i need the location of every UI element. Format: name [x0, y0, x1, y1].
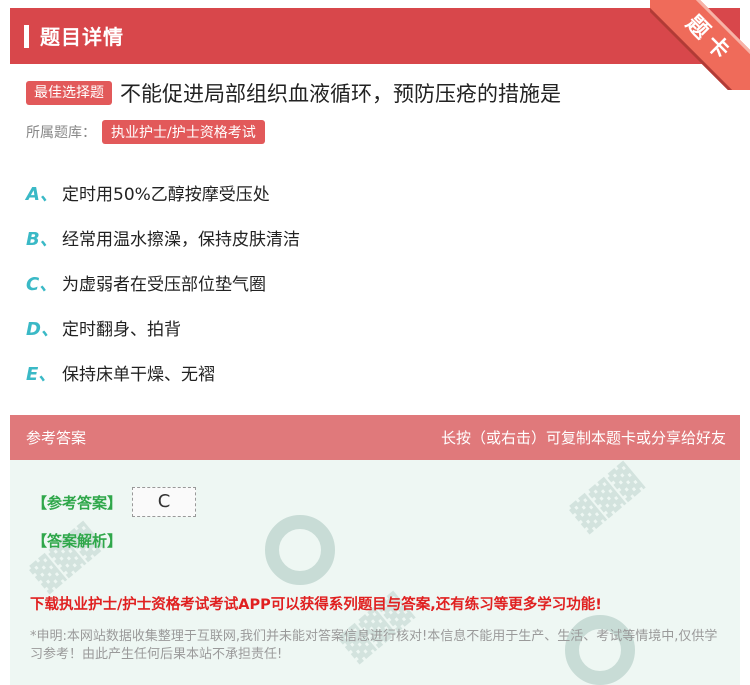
- analysis-label: 【答案解析】: [32, 532, 123, 550]
- question-type-tag[interactable]: 最佳选择题: [26, 81, 112, 105]
- option-letter: E、: [26, 363, 57, 385]
- answer-header-title: 参考答案: [26, 429, 87, 447]
- option-letter: D、: [26, 318, 59, 340]
- page-title: 题目详情: [40, 25, 124, 49]
- option-text: 经常用温水擦澡，保持皮肤清洁: [62, 230, 300, 250]
- question-text: 不能促进局部组织血液循环，预防压疮的措施是: [120, 82, 561, 106]
- options-list: A、 定时用50%乙醇按摩受压处 B、 经常用温水擦澡，保持皮肤清洁 C、 为虚…: [26, 170, 300, 395]
- disclaimer-text: *申明:本网站数据收集整理于互联网,我们并未能对答案信息进行核对!本信息不能用于…: [30, 629, 718, 662]
- option-d[interactable]: D、 定时翻身、拍背: [26, 305, 300, 350]
- share-hint: 长按（或右击）可复制本题卡或分享给好友: [440, 429, 726, 447]
- question-bank-line: 所属题库： 执业护士/护士资格考试: [26, 120, 265, 144]
- option-c[interactable]: C、 为虚弱者在受压部位垫气圈: [26, 260, 300, 305]
- title-accent-bar: [24, 25, 29, 48]
- option-text: 定时翻身、拍背: [62, 320, 181, 340]
- option-a[interactable]: A、 定时用50%乙醇按摩受压处: [26, 170, 300, 215]
- reference-answer-label: 【参考答案】: [32, 493, 123, 512]
- corner-ribbon: 题卡: [650, 0, 750, 90]
- app-download-promo[interactable]: 下载执业护士/护士资格考试考试APP可以获得系列题目与答案,还有练习等更多学习功…: [30, 593, 602, 614]
- reference-answer-value: C: [132, 487, 197, 517]
- option-letter: C、: [26, 273, 58, 295]
- answer-body: ▓▓▓ ▓▓▓ ▓▓▓ 【参考答案】 C 【答案解析】 下载执业护士/护士资格考…: [10, 460, 740, 685]
- ribbon-label: 题卡: [680, 10, 738, 69]
- watermark-text: ▓▓▓: [567, 460, 648, 536]
- option-text: 定时用50%乙醇按摩受压处: [62, 185, 270, 205]
- ribbon-badge: 题卡: [650, 0, 750, 90]
- option-b[interactable]: B、 经常用温水擦澡，保持皮肤清洁: [26, 215, 300, 260]
- watermark-logo-icon: [265, 515, 335, 585]
- option-e[interactable]: E、 保持床单干燥、无褶: [26, 350, 300, 395]
- bank-tag-link[interactable]: 执业护士/护士资格考试: [102, 120, 265, 144]
- option-letter: B、: [26, 228, 58, 250]
- title-bar: 题目详情: [10, 8, 740, 64]
- reference-answer: 【参考答案】 C: [32, 487, 197, 517]
- answer-header-bar: 参考答案 长按（或右击）可复制本题卡或分享给好友: [10, 415, 740, 460]
- option-letter: A、: [26, 183, 58, 205]
- bank-label: 所属题库：: [26, 125, 96, 141]
- question-line: 最佳选择题 不能促进局部组织血液循环，预防压疮的措施是: [26, 78, 726, 108]
- option-text: 保持床单干燥、无褶: [62, 365, 215, 385]
- option-text: 为虚弱者在受压部位垫气圈: [62, 275, 266, 295]
